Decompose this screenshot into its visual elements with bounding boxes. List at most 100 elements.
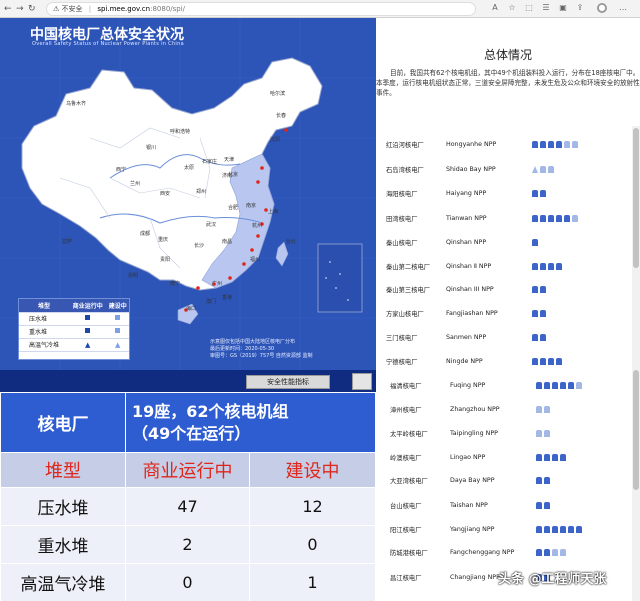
htgr-construction-icon: ▲ [115,340,121,349]
plant-row[interactable]: 太平岭核电厂 Taipingling NPP [390,423,550,443]
summary-head-detail: 19座，62个核电机组 （49个在运行） [125,392,376,453]
collections-icon[interactable]: ▣ [558,3,568,13]
city-label: 西安 [160,191,171,197]
extensions-icon[interactable]: ⬚ [524,3,534,13]
unit-operating-icon [548,214,554,222]
url-host: spi.mee.gov.cn [97,5,151,13]
plant-row[interactable]: 阳江核电厂 Yangjiang NPP [390,519,582,539]
unit-under-construction-icon [540,165,546,173]
unit-operating-icon [536,476,542,484]
city-label: 南宁 [170,281,181,287]
plant-name-en: Yangjiang NPP [450,525,495,533]
refresh-icon[interactable]: ↻ [28,3,36,15]
summary-col-type: 堆型 [0,452,126,488]
unit-operating-icon [540,140,546,148]
plant-row[interactable]: 红沿河核电厂 Hongyanhe NPP [386,134,578,154]
unit-under-construction-icon [548,165,554,173]
plant-row[interactable]: 田湾核电厂 Tianwan NPP [386,208,578,228]
legend-header-operating: 商业运行中 [68,299,107,313]
plant-name-en: Zhangzhou NPP [450,405,500,413]
plant-name-zh: 海阳核电厂 [386,190,418,198]
city-label: 呼和浩特 [170,129,191,135]
safety-performance-button[interactable]: 安全性能指标 [246,375,330,389]
page: ← → ↻ ⚠ 不安全 | spi.mee.gov.cn:8080/spi/ A… [0,0,640,601]
city-label: 郑州 [196,189,207,195]
summary-head-label: 核电厂 [0,392,126,453]
map-notes: 示意图仅包括中国大陆地区核电厂分布 最后更新时间：2020-05-30 审图号：… [210,339,313,360]
address-bar[interactable]: ⚠ 不安全 | spi.mee.gov.cn:8080/spi/ [46,2,476,16]
city-label: 福州 [250,257,261,263]
city-label: 天津 [224,157,235,163]
summary-row-type: 压水堆 [0,487,126,526]
unit-operating-icon [532,333,538,341]
forward-icon[interactable]: → [16,3,24,15]
plant-row[interactable]: 秦山第二核电厂 Qinshan Ⅱ NPP [386,256,562,276]
unit-operating-icon [544,381,550,389]
summary-head-line1: 19座，62个核电机组 [132,401,289,421]
city-label: 哈尔滨 [270,91,286,97]
back-icon[interactable]: ← [4,3,12,15]
unit-operating-icon [564,214,570,222]
unit-operating-icon [540,189,546,197]
plant-name-zh: 太平岭核电厂 [390,430,428,438]
plant-row[interactable]: 大亚湾核电厂 Daya Bay NPP [390,470,550,490]
plant-row[interactable]: 海阳核电厂 Haiyang NPP [386,183,546,203]
plant-name-zh: 岭澳核电厂 [390,454,422,462]
unit-operating-icon [536,453,542,461]
plant-row[interactable]: 三门核电厂 Sanmen NPP [386,327,546,347]
plant-name-en: Qinshan III NPP [446,285,494,293]
summary-row-operating: 0 [125,563,250,601]
unit-under-construction-icon [572,214,578,222]
plant-name-en: Ningde NPP [446,357,483,365]
pwr-construction-icon [115,315,121,320]
map-panel: 中国核电厂总体安全状况 Overall Safety Status of Nuc… [0,18,376,370]
plant-row[interactable]: 秦山第三核电厂 Qinshan III NPP [386,279,546,299]
city-label: 长沙 [194,243,205,249]
plant-row[interactable]: 漳州核电厂 Zhangzhou NPP [390,399,550,419]
unit-operating-icon [532,285,538,293]
more-menu-icon[interactable]: … [618,3,628,13]
read-aloud-icon[interactable]: A [490,3,500,13]
plant-list-scroll-thumb[interactable] [633,128,639,268]
unit-operating-icon [540,285,546,293]
unit-operating-icon [532,309,538,317]
plant-units [532,238,538,246]
share-icon[interactable]: ⇪ [575,3,585,13]
plant-name-en: Fangchenggang NPP [450,548,515,556]
side-toggle-button[interactable] [352,373,372,390]
unit-operating-icon [556,140,562,148]
favorite-star-icon[interactable]: ☆ [507,3,517,13]
profile-avatar-icon[interactable]: ● [597,3,607,13]
htgr-operating-icon: ▲ [85,340,91,349]
plant-row[interactable]: 宁德核电厂 Ningde NPP [386,351,562,371]
unit-operating-icon [540,214,546,222]
plant-row[interactable]: 福清核电厂 Fuqing NPP [390,375,582,395]
plant-units [536,405,550,413]
city-label: 石家庄 [202,159,218,165]
unit-operating-icon [536,548,542,556]
plant-row[interactable]: 岭澳核电厂 Lingao NPP [390,447,566,467]
plant-row[interactable]: 防城港核电厂 Fangchenggang NPP [390,542,566,562]
unit-operating-icon [544,501,550,509]
unit-operating-icon [560,525,566,533]
unit-under-construction-icon [552,548,558,556]
plant-list-scroll-thumb-lower[interactable] [633,370,639,490]
unit-operating-icon [552,525,558,533]
unit-operating-icon [568,525,574,533]
favorites-list-icon[interactable]: ☰ [541,3,551,13]
plant-name-zh: 阳江核电厂 [390,526,422,534]
watermark: 头条 @工程师天张 [498,572,607,587]
plant-name-zh: 防城港核电厂 [390,549,428,557]
city-label: 兰州 [130,181,141,187]
unit-operating-icon [532,140,538,148]
plant-row[interactable]: 台山核电厂 Taishan NPP [390,495,550,515]
pwr-operating-icon [85,315,91,320]
city-label: 杭州 [252,223,263,229]
plant-row[interactable]: 石岛湾核电厂 Shidao Bay NPP [386,159,554,179]
plant-units [536,381,582,389]
unit-operating-icon [540,262,546,270]
plant-units [536,525,582,533]
unit-operating-icon [544,525,550,533]
plant-row[interactable]: 秦山核电厂 Qinshan NPP [386,232,538,252]
plant-row[interactable]: 方家山核电厂 Fangjiashan NPP [386,303,546,323]
